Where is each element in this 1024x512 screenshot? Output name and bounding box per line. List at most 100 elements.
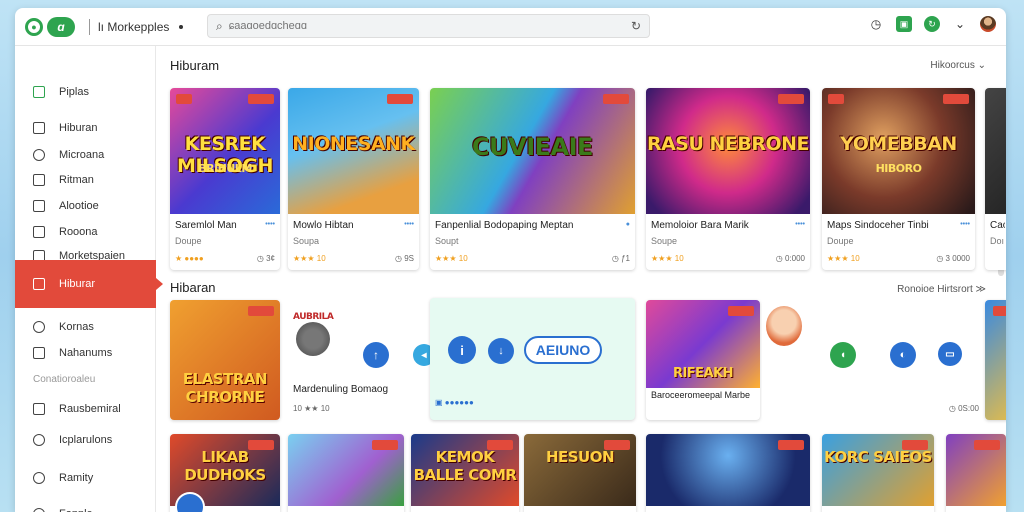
install-button[interactable]: AEIUNO <box>524 336 602 364</box>
app-art-title: NIONESANK <box>292 133 415 155</box>
app-meta: ★ ●●●● ◷ 3¢ <box>175 254 275 263</box>
sidebar-item-label: Kornas <box>59 321 94 333</box>
box-icon <box>33 403 45 415</box>
app-artwork: KEMOK BALLE COMR <box>411 434 519 506</box>
sidebar-item-14[interactable]: Fapple <box>15 498 156 512</box>
app-card[interactable]: AUBRILA ↑ ◂ Mardenuling Bomaog 10 ★★ 10 <box>288 300 430 420</box>
app-artwork <box>646 434 810 506</box>
sidebar-item-10[interactable]: Nahanums <box>15 337 156 369</box>
app-store-icon[interactable]: ▣ <box>896 16 912 32</box>
down-icon[interactable]: ↓ <box>488 338 514 364</box>
app-name: Cao <box>990 220 1005 231</box>
app-card[interactable]: RASU NEBRONE Memoloior Bara Marik •••• S… <box>646 88 810 270</box>
menu-dot-icon[interactable] <box>179 24 184 29</box>
app-meta: ★★★ 10 ◷ 0:000 <box>651 254 805 263</box>
list-icon <box>33 174 45 186</box>
app-artwork: CUVIEAIE <box>430 88 635 214</box>
app-card[interactable]: NIONESANK Mowlo Hibtan •••• Soupa ★★★ 10… <box>288 88 419 270</box>
app-tag: •••• <box>404 221 414 228</box>
refresh-icon[interactable]: ↻ <box>631 19 641 33</box>
app-card[interactable]: ELASTRAN CHRORNE <box>170 300 280 420</box>
app-logo[interactable]: ● ɑ <box>25 16 75 37</box>
section-link-featured[interactable]: Hikoorcus ⌄ <box>930 60 986 71</box>
section-title-popular: Hibaran <box>170 280 216 295</box>
app-card[interactable] <box>985 300 1006 420</box>
sidebar-item-8[interactable]: Hiburar <box>15 260 163 308</box>
circle-icon <box>33 508 45 512</box>
app-art-title: ELASTRAN CHRORNE <box>182 370 268 406</box>
app-card[interactable]: RIFEAKH Baroceeromeepal Marbe <box>646 300 760 420</box>
app-art-title: LIKAB DUDHOKS <box>184 448 266 484</box>
app-meta: ★★★ 10 ◷ ƒ1 <box>435 254 630 263</box>
app-card[interactable] <box>646 434 810 512</box>
app-card[interactable]: ◖ ◐ ▭ ◷ 0S:00 <box>762 300 984 420</box>
app-art-title: YOMEBBAN <box>840 133 957 155</box>
toolbar-icons: ◷ ▣ ↻ ⌄ <box>868 16 996 32</box>
app-card[interactable]: CUVIEAIE Fanpenlial Bodopaping Meptan ● … <box>430 88 635 270</box>
sidebar-item-label: Piplas <box>59 86 89 98</box>
sidebar-item-label: Microana <box>59 149 105 161</box>
app-card[interactable]: KEMOK BALLE COMR <box>411 434 519 512</box>
app-name: Mowlo Hibtan <box>293 220 354 231</box>
app-meta: 10 ★★ 10 <box>293 404 330 413</box>
app-stats: ◷ 0:000 <box>775 254 805 263</box>
app-window: ● ɑ lı Morkepples ⌕ ↻ ◷ ▣ ↻ ⌄ Piplas Hibu… <box>15 8 1006 512</box>
badge <box>176 94 192 104</box>
top-bar: ● ɑ lı Morkepples ⌕ ↻ ◷ ▣ ↻ ⌄ <box>15 8 1006 46</box>
badge <box>828 94 844 104</box>
share-icon[interactable]: ◐ <box>890 342 916 368</box>
sidebar-item-11[interactable]: Rausbemiral <box>15 393 156 425</box>
share-icon[interactable]: ◂ <box>413 344 430 366</box>
section-link-popular[interactable]: Ronoioe Hirtsrort ≫ <box>897 284 986 295</box>
info-icon[interactable]: i <box>448 336 476 364</box>
app-category: Doupe <box>827 236 854 246</box>
app-card[interactable]: i ↓ AEIUNO ▣ ●●●●●● <box>430 298 635 420</box>
sidebar-item-12[interactable]: Icplarulons <box>15 424 156 456</box>
badge <box>728 306 754 316</box>
info-icon[interactable]: ↑ <box>363 342 389 368</box>
app-tag: •••• <box>795 221 805 228</box>
search-input[interactable] <box>228 20 625 32</box>
app-card[interactable] <box>288 434 404 512</box>
app-stats: ◷ ƒ1 <box>611 254 630 263</box>
app-card[interactable]: HESUON <box>524 434 636 512</box>
app-card[interactable]: KORC SAIEOS <box>822 434 934 512</box>
sidebar-item-label: Alootioe <box>59 200 99 212</box>
sync-icon[interactable]: ↻ <box>924 16 940 32</box>
user-avatar[interactable] <box>980 16 996 32</box>
app-title: lı Morkepples <box>98 19 170 34</box>
search-icon: ⌕ <box>216 18 223 33</box>
chevron-down-icon[interactable]: ⌄ <box>952 16 968 32</box>
badge <box>603 94 629 104</box>
box-icon <box>33 200 45 212</box>
main-content: Hiburam Hikoorcus ⌄ Hibaran Ronoioe Hirt… <box>156 46 1006 512</box>
save-icon[interactable]: ▭ <box>938 342 962 366</box>
app-rating: ★★★ 10 <box>827 254 860 263</box>
app-name: Mardenuling Bomaog <box>293 384 389 395</box>
app-card[interactable]: Cao Doı <box>985 88 1006 270</box>
app-stats: ◷ 3¢ <box>256 254 275 263</box>
app-rating: ★★★ 10 <box>293 254 326 263</box>
search-bar[interactable]: ⌕ ↻ <box>207 14 650 38</box>
app-card[interactable]: YOMEBBAN HIBORO Maps Sindoceher Tinbi ••… <box>822 88 975 270</box>
badge <box>248 94 274 104</box>
sidebar-item-13[interactable]: Ramity <box>15 462 156 494</box>
app-art-subtitle: BRIHULM <box>198 162 252 175</box>
app-art-title: KEMOK BALLE COMR <box>413 448 517 484</box>
section-title-featured: Hiburam <box>170 58 220 73</box>
grid-icon <box>33 86 45 98</box>
app-artwork: RIFEAKH <box>646 300 760 388</box>
app-card[interactable] <box>946 434 1006 512</box>
sidebar: Piplas Hiburan Microana Ritman Alootioe Rooon… <box>15 46 163 512</box>
app-card[interactable]: KESREK MILSOGH BRIHULM Saremlol Man ••••… <box>170 88 280 270</box>
grid-icon <box>33 278 45 290</box>
app-artwork: HESUON <box>524 434 636 506</box>
app-art-title: RASU NEBRONE <box>646 133 810 155</box>
clock-icon[interactable]: ◷ <box>868 16 884 32</box>
logo-wordmark-icon: ɑ <box>47 16 75 37</box>
sidebar-item-1[interactable]: Piplas <box>15 76 156 108</box>
app-meta: ★★★ 10 ◷ 3 0000 <box>827 254 970 263</box>
play-icon[interactable]: ◖ <box>830 342 856 368</box>
sidebar-item-label: Ritman <box>59 174 94 186</box>
logo-circle-icon: ● <box>25 17 43 36</box>
